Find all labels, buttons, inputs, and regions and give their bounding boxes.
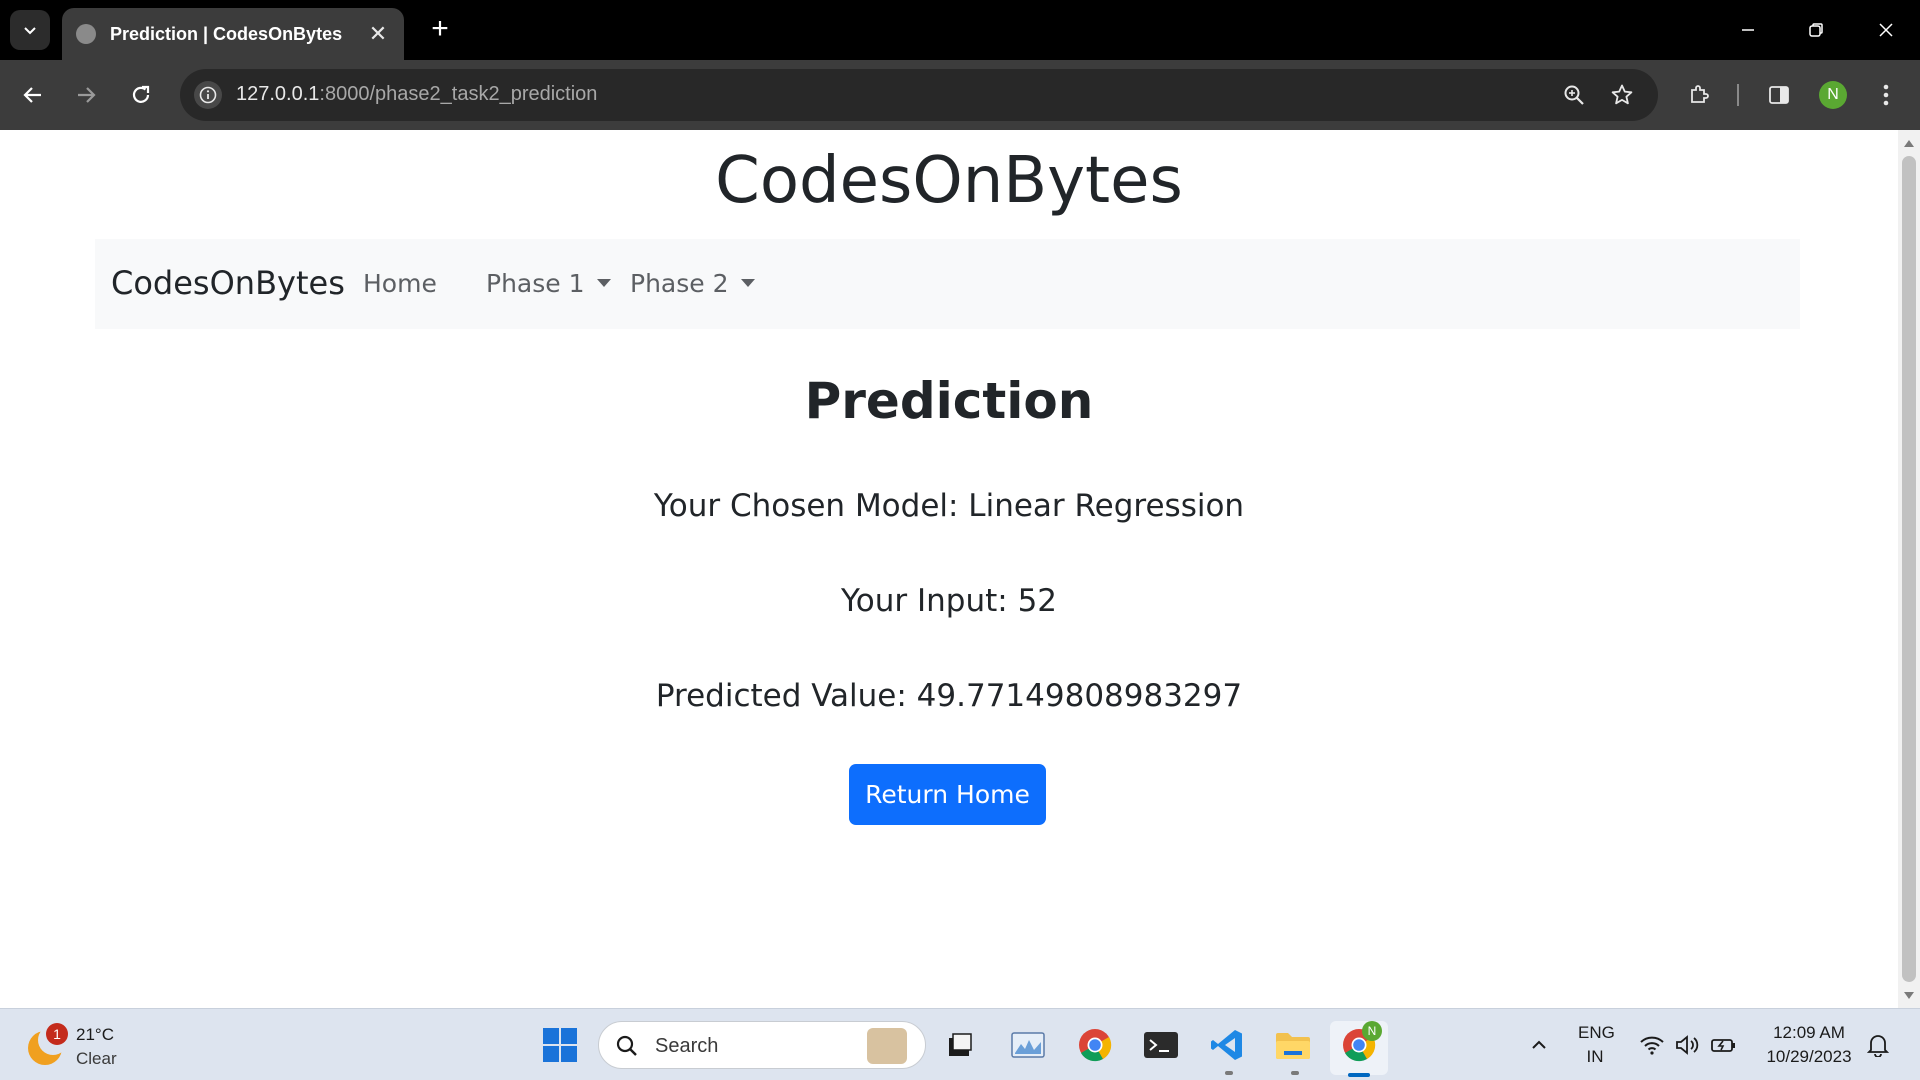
- terminal-icon: [1144, 1032, 1178, 1058]
- photos-app[interactable]: [1006, 1023, 1050, 1067]
- start-button[interactable]: [538, 1023, 582, 1067]
- bell-icon: [1867, 1035, 1889, 1057]
- nav-dropdown-phase1[interactable]: Phase 1: [486, 269, 611, 298]
- clock-time[interactable]: 12:09 AM: [1756, 1023, 1862, 1043]
- page-scrollbar[interactable]: [1898, 130, 1920, 1008]
- profile-button[interactable]: N: [1813, 75, 1853, 115]
- notification-badge: 1: [46, 1023, 68, 1045]
- chosen-model-text: Your Chosen Model: Linear Regression: [653, 488, 1245, 524]
- kebab-menu-icon: [1883, 84, 1889, 106]
- search-label: Search: [655, 1035, 719, 1057]
- toolbar-divider: [1737, 84, 1739, 106]
- return-home-button[interactable]: Return Home: [849, 764, 1046, 825]
- zoom-icon[interactable]: [1560, 81, 1588, 109]
- chevron-up-icon: [1532, 1040, 1546, 1049]
- input-value-text: Your Input: 52: [840, 583, 1058, 619]
- arrow-left-icon: [23, 87, 41, 103]
- predicted-value-text: Predicted Value: 49.77149808983297: [655, 678, 1243, 714]
- weather-temperature: 21°C: [76, 1025, 114, 1044]
- windows-logo-icon: [543, 1028, 577, 1062]
- nav-dropdown-phase1-label: Phase 1: [486, 269, 585, 298]
- search-icon: [616, 1035, 637, 1056]
- page-heading: Prediction: [804, 372, 1094, 430]
- arrow-right-icon: [78, 87, 96, 103]
- task-view-icon: [949, 1033, 972, 1056]
- running-indicator: [1291, 1071, 1299, 1075]
- clock-date: 10/29/2023: [1766, 1047, 1852, 1066]
- show-hidden-icons-button[interactable]: [1517, 1023, 1561, 1067]
- navbar: CodesOnBytes Home Phase 1 Phase 2: [95, 239, 1800, 329]
- weather-condition: Clear: [76, 1049, 117, 1068]
- vscode-icon: [1211, 1030, 1242, 1060]
- active-indicator: [1348, 1073, 1370, 1077]
- chrome-app[interactable]: [1073, 1023, 1117, 1067]
- caret-down-icon: [596, 279, 611, 287]
- caret-down-icon: [740, 279, 755, 287]
- puzzle-icon: [1691, 85, 1709, 103]
- vscode-app[interactable]: [1205, 1023, 1249, 1067]
- reload-button[interactable]: [121, 75, 161, 115]
- photos-icon: [1011, 1032, 1045, 1058]
- browser-tab-bar: Prediction | CodesOnBytes ✕ +: [0, 0, 1920, 60]
- back-button[interactable]: [13, 75, 53, 115]
- info-icon: [199, 86, 217, 104]
- folder-icon: [1276, 1033, 1310, 1059]
- tab-title: Prediction | CodesOnBytes: [110, 23, 343, 44]
- restore-icon: [1809, 23, 1823, 37]
- url-path: :8000/phase2_task2_prediction: [319, 83, 598, 105]
- address-bar[interactable]: 127.0.0.1:8000/phase2_task2_prediction: [180, 69, 1658, 121]
- tab-search-button[interactable]: [10, 10, 50, 50]
- region-indicator: IN: [1586, 1047, 1604, 1066]
- minimize-icon: [1742, 29, 1754, 31]
- close-icon: [1879, 23, 1893, 37]
- url-host: 127.0.0.1: [236, 83, 320, 105]
- bookmark-star-icon[interactable]: [1608, 81, 1636, 109]
- globe-icon: [76, 24, 96, 44]
- task-view-button[interactable]: [938, 1023, 982, 1067]
- chrome-icon: [1079, 1029, 1112, 1062]
- close-tab-icon[interactable]: ✕: [366, 21, 390, 47]
- nav-dropdown-phase2[interactable]: Phase 2: [630, 269, 755, 298]
- browser-menu-button[interactable]: [1866, 75, 1906, 115]
- battery-icon[interactable]: [1702, 1023, 1746, 1067]
- avatar: N: [1819, 81, 1847, 109]
- site-info-icon[interactable]: [194, 81, 222, 109]
- scroll-down-icon[interactable]: [1904, 992, 1914, 999]
- web-page: CodesOnBytes CodesOnBytes Home Phase 1 P…: [0, 130, 1898, 1008]
- active-tab[interactable]: Prediction | CodesOnBytes ✕: [62, 8, 404, 60]
- terminal-app[interactable]: [1139, 1023, 1183, 1067]
- windows-taskbar: 1 21°C Clear Search N ENG IN 12:09 AM 10…: [0, 1008, 1920, 1080]
- minimize-button[interactable]: [1728, 10, 1768, 50]
- scroll-up-icon[interactable]: [1904, 140, 1914, 147]
- extensions-button[interactable]: [1679, 75, 1719, 115]
- url-text: 127.0.0.1:8000/phase2_task2_prediction: [236, 83, 597, 106]
- side-panel-icon: [1769, 86, 1789, 104]
- notifications-button[interactable]: [1856, 1023, 1900, 1067]
- chevron-down-icon: [24, 27, 36, 35]
- nav-dropdown-phase2-label: Phase 2: [630, 269, 729, 298]
- side-panel-button[interactable]: [1759, 75, 1799, 115]
- language-indicator[interactable]: ENG: [1578, 1023, 1615, 1043]
- new-tab-button[interactable]: +: [424, 14, 456, 46]
- weather-widget[interactable]: 1 21°C Clear: [28, 1023, 128, 1069]
- forward-button[interactable]: [66, 75, 106, 115]
- restore-button[interactable]: [1796, 10, 1836, 50]
- browser-toolbar: 127.0.0.1:8000/phase2_task2_prediction N: [0, 60, 1920, 130]
- site-title: CodesOnBytes: [715, 144, 1183, 218]
- navbar-brand[interactable]: CodesOnBytes: [111, 264, 345, 302]
- chrome-profile-badge: N: [1362, 1021, 1382, 1041]
- reload-icon: [132, 85, 150, 103]
- search-highlight-image: [867, 1028, 907, 1064]
- running-indicator: [1225, 1071, 1233, 1075]
- close-window-button[interactable]: [1866, 10, 1906, 50]
- file-explorer-app[interactable]: [1271, 1023, 1315, 1067]
- nav-link-home[interactable]: Home: [363, 269, 437, 298]
- taskbar-search[interactable]: Search: [598, 1021, 926, 1069]
- scroll-thumb[interactable]: [1902, 156, 1916, 982]
